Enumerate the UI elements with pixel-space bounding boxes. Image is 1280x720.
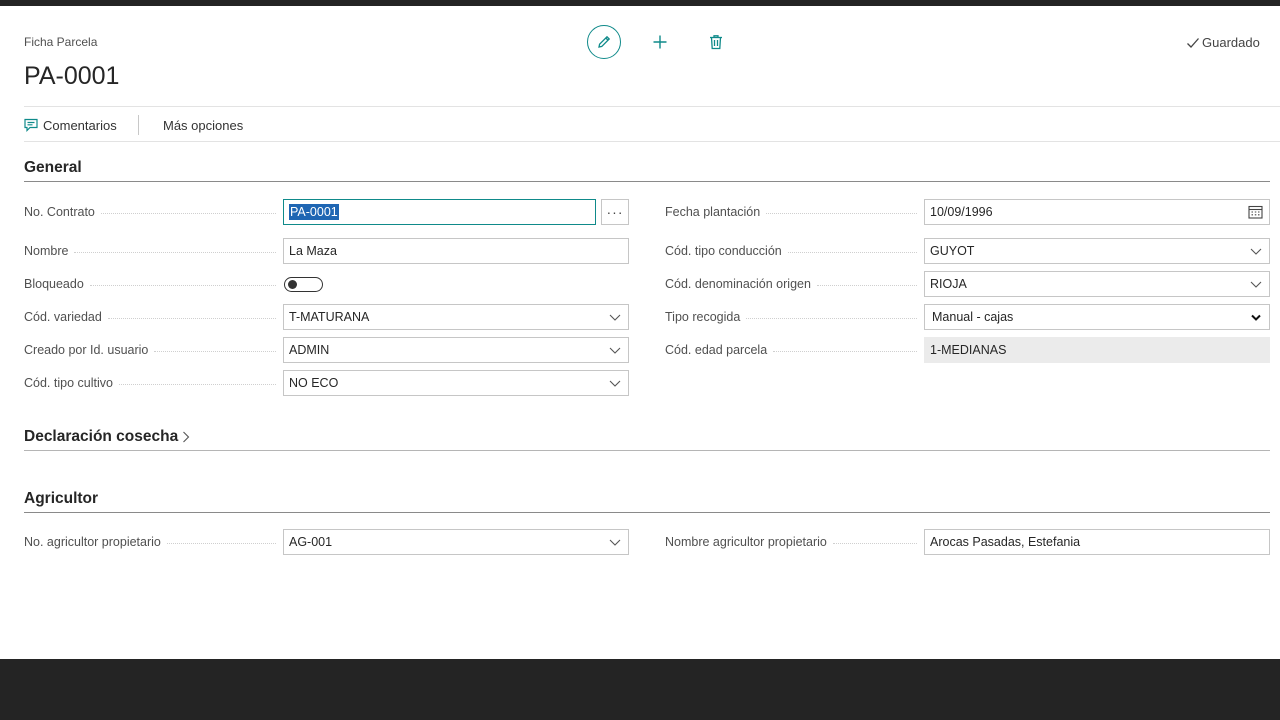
saved-status: Guardado <box>1186 35 1260 50</box>
chevron-down-icon <box>1251 314 1261 321</box>
created-by-value: ADMIN <box>289 343 330 357</box>
field-crop-type: Cód. tipo cultivo NO ECO <box>24 370 629 396</box>
field-training-type: Cód. tipo conducción GUYOT <box>665 238 1270 264</box>
edit-button[interactable] <box>587 25 621 59</box>
field-farmer-name: Nombre agricultor propietario Arocas Pas… <box>665 529 1270 555</box>
variety-value: T-MATURANA <box>289 310 370 324</box>
harvest-type-select[interactable]: Manual - cajas <box>924 304 1270 330</box>
farmer-no-dropdown[interactable]: AG-001 <box>283 529 629 555</box>
section-general-title[interactable]: General <box>24 159 82 177</box>
plot-age-value: 1-MEDIANAS <box>930 343 1007 357</box>
variety-dropdown[interactable]: T-MATURANA <box>283 304 629 330</box>
chevron-down-icon <box>1250 248 1262 255</box>
farmer-no-value: AG-001 <box>289 535 333 549</box>
field-label: Cód. variedad <box>24 304 276 330</box>
plus-icon <box>653 35 667 49</box>
header-actions <box>587 25 733 59</box>
crop-type-dropdown[interactable]: NO ECO <box>283 370 629 396</box>
name-input[interactable]: La Maza <box>283 238 629 264</box>
action-separator <box>138 115 139 135</box>
planting-date-value: 10/09/1996 <box>930 205 993 219</box>
field-label: Nombre <box>24 238 276 264</box>
field-variety: Cód. variedad T-MATURANA <box>24 304 629 330</box>
origin-value: RIOJA <box>930 277 967 291</box>
field-label: Creado por Id. usuario <box>24 337 276 363</box>
delete-button[interactable] <box>699 25 733 59</box>
field-label: No. agricultor propietario <box>24 529 276 555</box>
training-type-value: GUYOT <box>930 244 975 258</box>
field-contract-no: No. Contrato PA-0001 ··· <box>24 199 629 225</box>
more-options-action[interactable]: Más opciones <box>163 107 243 143</box>
section-farmer-label: Agricultor <box>24 490 99 507</box>
plot-age-value-box: 1-MEDIANAS <box>924 337 1270 363</box>
page-caption: Ficha Parcela <box>24 35 98 49</box>
toggle-knob <box>288 280 297 289</box>
farmer-name-input[interactable]: Arocas Pasadas, Estefania <box>924 529 1270 555</box>
field-farmer-no: No. agricultor propietario AG-001 <box>24 529 629 555</box>
contract-lookup-button[interactable]: ··· <box>601 199 629 225</box>
trash-icon <box>710 35 722 50</box>
section-general-divider <box>24 181 1270 182</box>
chevron-down-icon <box>609 539 621 546</box>
field-blocked: Bloqueado <box>24 271 629 297</box>
field-label: Nombre agricultor propietario <box>665 529 917 555</box>
field-created-by: Creado por Id. usuario ADMIN <box>24 337 629 363</box>
field-label: Cód. denominación origen <box>665 271 917 297</box>
field-harvest-type: Tipo recogida Manual - cajas <box>665 304 1270 330</box>
field-label: Cód. tipo conducción <box>665 238 917 264</box>
created-by-dropdown[interactable]: ADMIN <box>283 337 629 363</box>
card-page: Ficha Parcela PA-0001 Guardado Comentari… <box>0 6 1280 659</box>
name-value: La Maza <box>289 244 337 258</box>
contract-no-input[interactable]: PA-0001 <box>283 199 596 225</box>
blocked-toggle[interactable] <box>284 277 323 292</box>
farmer-name-value: Arocas Pasadas, Estefania <box>930 535 1081 549</box>
chevron-down-icon <box>609 380 621 387</box>
comments-action[interactable]: Comentarios <box>24 107 117 143</box>
calendar-icon[interactable] <box>1248 205 1263 219</box>
section-harvest-title[interactable]: Declaración cosecha <box>24 428 191 446</box>
harvest-type-value: Manual - cajas <box>932 310 1014 324</box>
field-label: Cód. tipo cultivo <box>24 370 276 396</box>
comment-icon <box>24 118 38 132</box>
origin-dropdown[interactable]: RIOJA <box>924 271 1270 297</box>
field-planting-date: Fecha plantación 10/09/1996 <box>665 199 1270 225</box>
field-label: No. Contrato <box>24 199 276 225</box>
field-label: Tipo recogida <box>665 304 917 330</box>
page-title: PA-0001 <box>24 62 120 90</box>
section-harvest-divider <box>24 450 1270 451</box>
chevron-down-icon <box>1250 281 1262 288</box>
planting-date-input[interactable]: 10/09/1996 <box>924 199 1270 225</box>
pencil-icon <box>598 35 611 48</box>
section-farmer-divider <box>24 512 1270 513</box>
crop-type-value: NO ECO <box>289 376 339 390</box>
chevron-right-icon <box>183 431 190 443</box>
chevron-down-icon <box>609 347 621 354</box>
check-icon <box>1187 37 1199 48</box>
ellipsis-icon: ··· <box>606 204 624 220</box>
comments-action-label: Comentarios <box>43 117 117 133</box>
bottom-frame-area <box>0 659 1280 720</box>
field-label: Cód. edad parcela <box>665 337 917 363</box>
field-label: Fecha plantación <box>665 199 917 225</box>
contract-no-value: PA-0001 <box>289 204 339 220</box>
training-type-dropdown[interactable]: GUYOT <box>924 238 1270 264</box>
field-plot-age: Cód. edad parcela 1-MEDIANAS <box>665 337 1270 363</box>
new-button[interactable] <box>643 25 677 59</box>
field-name: Nombre La Maza <box>24 238 629 264</box>
chevron-down-icon <box>609 314 621 321</box>
section-harvest-label: Declaración cosecha <box>24 428 179 445</box>
field-label: Bloqueado <box>24 271 276 297</box>
field-origin: Cód. denominación origen RIOJA <box>665 271 1270 297</box>
saved-status-label: Guardado <box>1202 35 1260 50</box>
action-bar: Comentarios Más opciones <box>24 106 1280 142</box>
section-general-label: General <box>24 159 82 176</box>
section-farmer-title[interactable]: Agricultor <box>24 490 98 508</box>
